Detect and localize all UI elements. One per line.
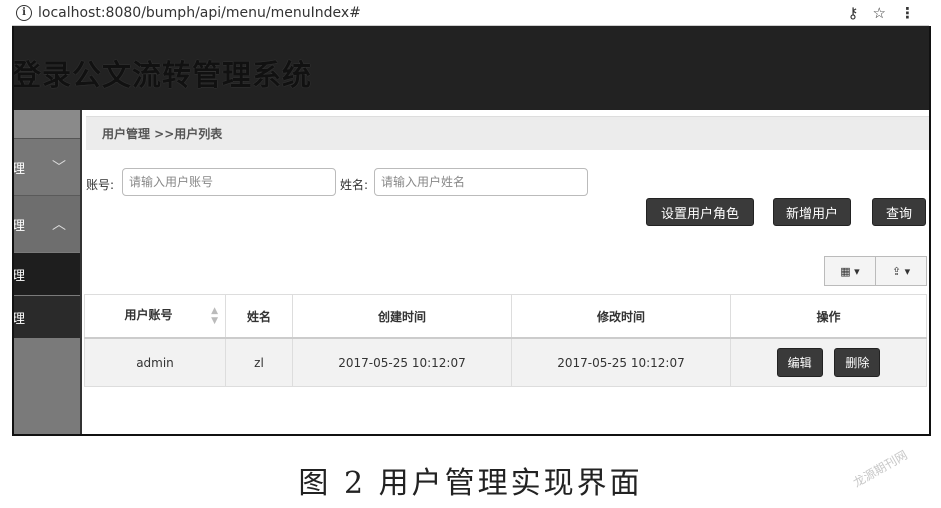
columns-toggle-button[interactable]: ▦ ▾ [824, 256, 876, 286]
user-table: 用户账号 ▲ ▼ 姓名 创建时间 修改时间 操作 admin zl 2017-05… [84, 294, 927, 387]
account-input[interactable] [122, 168, 336, 196]
cell-actions: 编辑 删除 [730, 337, 927, 387]
col-label: 用户账号 [124, 308, 173, 322]
menu-icon[interactable]: ⋮ [900, 4, 915, 22]
export-icon: ⇪ ▾ [891, 264, 911, 278]
col-name: 姓名 [225, 294, 293, 339]
url-text[interactable]: localhost:8080/bumph/api/menu/menuIndex# [38, 5, 848, 21]
chevron-down-icon: ﹀ [52, 160, 66, 176]
col-account[interactable]: 用户账号 ▲ ▼ [84, 294, 226, 339]
sidebar: 理 ﹀ 理 ︿ 理 理 [14, 110, 82, 434]
query-button[interactable]: 查询 [872, 198, 926, 226]
app-frame: 登录公文流转管理系统 理 ﹀ 理 ︿ 理 理 用户管理 >>用户列表 账号: 姓… [12, 26, 931, 436]
name-input[interactable] [374, 168, 588, 196]
main-content: 用户管理 >>用户列表 账号: 姓名: 设置用户角色 新增用户 查询 ▦ ▾ ⇪… [82, 110, 929, 434]
name-label: 姓名: [340, 178, 369, 192]
col-modified: 修改时间 [511, 294, 731, 339]
sidebar-item-2[interactable]: 理 ︿ [14, 196, 80, 252]
key-icon[interactable]: ⚷ [848, 4, 859, 22]
app-title: 登录公文流转管理系统 [12, 58, 313, 92]
col-actions: 操作 [730, 294, 927, 339]
cell-name: zl [225, 337, 293, 387]
delete-button[interactable]: 删除 [834, 348, 881, 377]
figure-caption: 图 2 用户管理实现界面 [298, 466, 643, 501]
edit-button[interactable]: 编辑 [776, 348, 823, 377]
table-header-row: 用户账号 ▲ ▼ 姓名 创建时间 修改时间 操作 [84, 294, 927, 339]
sidebar-subitem-2[interactable]: 理 [14, 296, 80, 338]
grid-icon: ▦ ▾ [840, 264, 860, 278]
add-user-button[interactable]: 新增用户 [773, 198, 851, 226]
export-button[interactable]: ⇪ ▾ [875, 256, 927, 286]
star-icon[interactable]: ☆ [873, 4, 886, 22]
info-icon[interactable]: i [16, 4, 32, 21]
set-role-button[interactable]: 设置用户角色 [646, 198, 754, 226]
breadcrumb: 用户管理 >>用户列表 [86, 116, 929, 150]
sidebar-top [14, 110, 80, 139]
cell-account: admin [84, 337, 226, 387]
account-label: 账号: [86, 178, 115, 192]
address-bar[interactable]: i localhost:8080/bumph/api/menu/menuInde… [12, 0, 929, 26]
table-row: admin zl 2017-05-25 10:12:07 2017-05-25 … [84, 337, 927, 387]
chevron-up-icon: ︿ [52, 217, 66, 233]
sidebar-item-label: 理 [12, 218, 26, 234]
app-header: 登录公文流转管理系统 [14, 26, 929, 110]
cell-modified: 2017-05-25 10:12:07 [511, 337, 731, 387]
sidebar-item-label: 理 [12, 311, 26, 327]
sidebar-item-label: 理 [12, 268, 26, 284]
sidebar-item-1[interactable]: 理 ﹀ [14, 139, 80, 196]
col-created: 创建时间 [292, 294, 512, 339]
cell-created: 2017-05-25 10:12:07 [292, 337, 512, 387]
sidebar-item-label: 理 [12, 161, 26, 177]
sort-icon[interactable]: ▲ ▼ [211, 306, 218, 326]
sidebar-subitem-1[interactable]: 理 [14, 253, 80, 295]
